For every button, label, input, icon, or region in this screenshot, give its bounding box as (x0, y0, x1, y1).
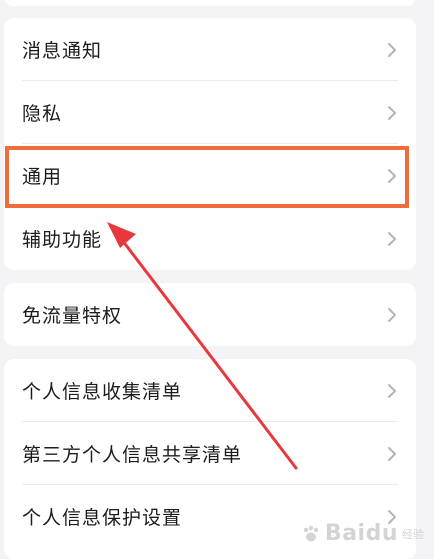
watermark-sub: 经验 (402, 527, 424, 541)
settings-item-label: 辅助功能 (22, 229, 103, 251)
settings-group-2: 免流量特权 (4, 283, 416, 346)
settings-item-accessibility[interactable]: 辅助功能 (4, 207, 416, 270)
chevron-right-icon (386, 231, 398, 247)
chevron-right-icon (386, 105, 398, 121)
settings-item-privacy[interactable]: 隐私 (4, 81, 416, 144)
settings-group-1: 消息通知 隐私 通用 辅助功能 (4, 18, 416, 270)
settings-item-label: 隐私 (22, 103, 63, 125)
settings-item-label: 免流量特权 (22, 305, 123, 327)
settings-item-label: 第三方个人信息共享清单 (22, 444, 243, 466)
watermark: Baidu 经验 (301, 521, 424, 546)
chevron-right-icon (386, 446, 398, 462)
settings-item-personal-info-list[interactable]: 个人信息收集清单 (4, 359, 416, 422)
chevron-right-icon (386, 383, 398, 399)
settings-group-top-fragment (4, 0, 416, 6)
settings-item-message-notification[interactable]: 消息通知 (4, 18, 416, 81)
settings-item-label: 通用 (22, 166, 63, 188)
settings-item-free-data[interactable]: 免流量特权 (4, 283, 416, 346)
chevron-right-icon (386, 168, 398, 184)
settings-item-third-party-sharing-list[interactable]: 第三方个人信息共享清单 (4, 422, 416, 485)
paw-icon (303, 525, 319, 541)
settings-item-label: 消息通知 (22, 40, 103, 62)
chevron-right-icon (386, 307, 398, 323)
settings-item-general[interactable]: 通用 (4, 144, 416, 207)
watermark-text: Baidu (324, 521, 398, 546)
settings-item-label: 个人信息收集清单 (22, 381, 183, 403)
chevron-right-icon (386, 42, 398, 58)
